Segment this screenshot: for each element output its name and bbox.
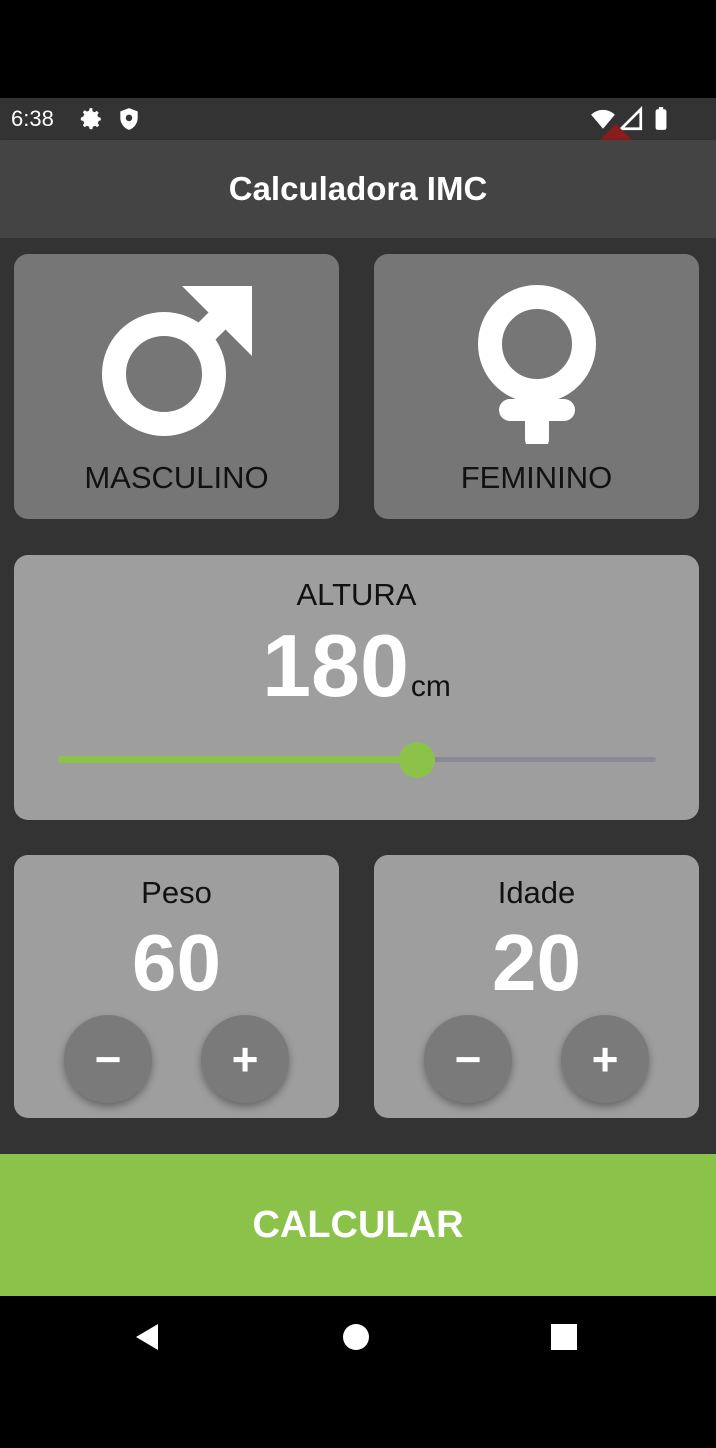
app-bar: Calculadora IMC (0, 140, 716, 238)
age-plus-button[interactable]: + (561, 1015, 649, 1103)
age-minus-button[interactable]: − (424, 1015, 512, 1103)
cell-signal-icon (617, 105, 644, 132)
female-symbol-icon (374, 274, 699, 444)
wifi-icon (590, 106, 616, 132)
status-time: 6:38 (11, 106, 54, 131)
age-label: Idade (497, 875, 576, 910)
weight-plus-button[interactable]: + (201, 1015, 289, 1103)
battery-icon (648, 106, 674, 132)
height-value-group: 180cm (14, 615, 699, 717)
male-label: MASCULINO (84, 460, 269, 495)
height-label: ALTURA (296, 577, 417, 612)
home-icon[interactable] (342, 1323, 370, 1356)
plus-icon: + (591, 1033, 619, 1085)
height-card: ALTURA 180cm (14, 555, 699, 820)
weight-minus-button[interactable]: − (64, 1015, 152, 1103)
calculate-label: CALCULAR (252, 1203, 464, 1246)
minus-icon: − (454, 1033, 482, 1085)
shield-icon (116, 106, 142, 132)
slider-thumb[interactable] (398, 742, 435, 778)
female-gender-card[interactable]: FEMININO (374, 254, 699, 519)
height-value: 180 (262, 616, 409, 715)
navigation-bar (0, 1296, 716, 1378)
height-unit: cm (410, 670, 451, 703)
back-icon[interactable] (132, 1322, 162, 1357)
status-bar: 6:38 (0, 98, 716, 140)
weight-value: 60 (132, 918, 221, 1007)
app-title: Calculadora IMC (228, 170, 488, 207)
main-content: MASCULINO FEMININO ALTURA 180cm Peso 60 … (0, 238, 716, 1154)
minus-icon: − (94, 1033, 122, 1085)
male-symbol-icon (14, 274, 339, 444)
female-label: FEMININO (460, 460, 613, 495)
calculate-button[interactable]: CALCULAR (0, 1154, 716, 1296)
plus-icon: + (231, 1033, 259, 1085)
age-card: Idade 20 − + (374, 855, 699, 1118)
settings-gear-icon (78, 106, 104, 132)
recents-icon[interactable] (550, 1323, 578, 1356)
weight-label: Peso (141, 875, 212, 910)
male-gender-card[interactable]: MASCULINO (14, 254, 339, 519)
age-value: 20 (492, 918, 581, 1007)
slider-active-track (58, 756, 417, 763)
weight-card: Peso 60 − + (14, 855, 339, 1118)
